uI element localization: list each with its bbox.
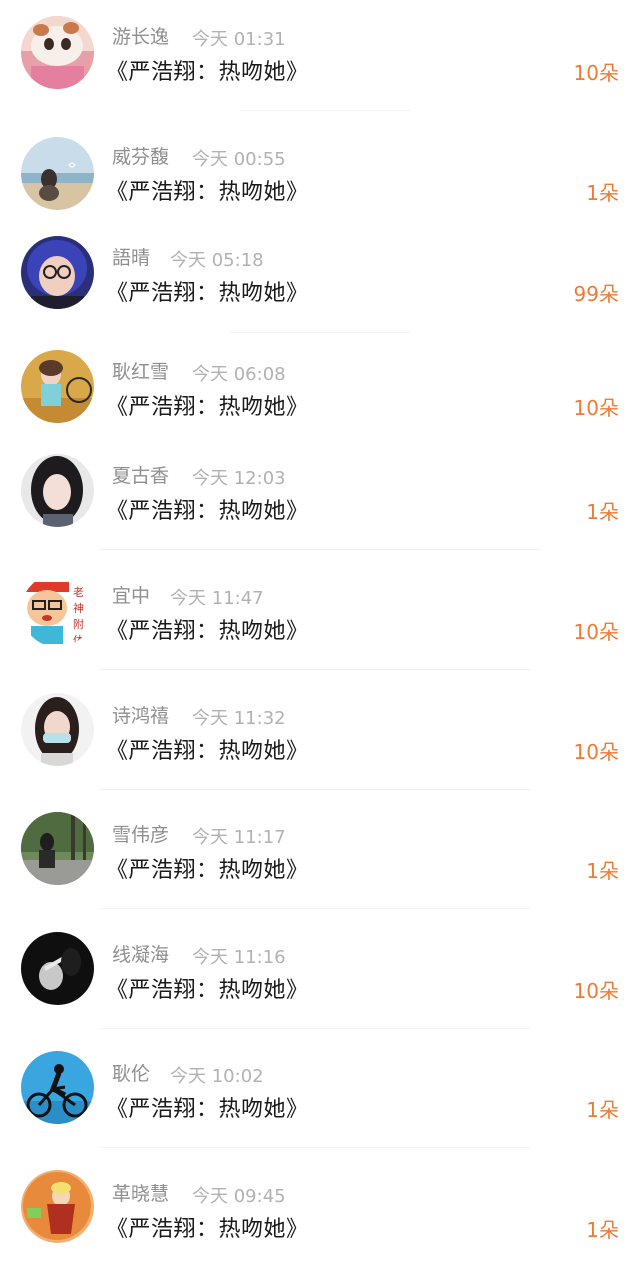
cyclist-avatar-icon	[21, 1051, 94, 1124]
gift-title: 《严浩翔：热吻她》	[106, 739, 309, 764]
svg-text:体: 体	[73, 633, 84, 647]
game-character-avatar-icon	[21, 1170, 94, 1243]
gift-title: 《严浩翔：热吻她》	[106, 281, 309, 306]
avatar[interactable]	[21, 1170, 94, 1243]
username[interactable]: 游长逸	[112, 22, 169, 49]
gift-count: 1朵	[586, 1218, 619, 1242]
timestamp: 今天 01:31	[192, 29, 286, 50]
gift-count: 10朵	[573, 61, 619, 85]
timestamp: 今天 11:47	[170, 588, 264, 609]
list-item[interactable]: 耿红雪 今天 06:08 《严浩翔：热吻她》 10朵	[0, 334, 640, 444]
divider	[100, 669, 530, 670]
list-item[interactable]: 語晴 今天 05:18 《严浩翔：热吻她》 99朵	[0, 220, 640, 333]
divider	[240, 110, 410, 111]
list-item[interactable]: 耿伦 今天 10:02 《严浩翔：热吻她》 1朵	[0, 1036, 640, 1148]
svg-text:老: 老	[73, 586, 84, 599]
timestamp: 今天 09:45	[192, 1186, 286, 1207]
glasses-girl-avatar-icon	[21, 236, 94, 309]
gift-title: 《严浩翔：热吻她》	[106, 1097, 309, 1122]
cartoon-avatar-icon: 老 神 附 体	[21, 574, 94, 647]
avatar[interactable]	[21, 693, 94, 766]
timestamp: 今天 12:03	[192, 468, 286, 489]
username[interactable]: 威芬馥	[112, 142, 169, 169]
timestamp: 今天 05:18	[170, 250, 264, 271]
avatar[interactable]	[21, 137, 94, 210]
list-item[interactable]: 游长逸 今天 01:31 《严浩翔：热吻她》 10朵	[0, 0, 640, 111]
gift-count: 10朵	[573, 740, 619, 764]
gift-count: 10朵	[573, 979, 619, 1003]
username[interactable]: 語晴	[112, 243, 150, 270]
username[interactable]: 雪伟彦	[112, 820, 169, 847]
timestamp: 今天 10:02	[170, 1066, 264, 1087]
autumn-girl-avatar-icon	[21, 350, 94, 423]
username[interactable]: 耿伦	[112, 1059, 150, 1086]
avatar[interactable]	[21, 16, 94, 89]
username[interactable]: 宜中	[112, 581, 150, 608]
avatar[interactable]	[21, 1051, 94, 1124]
avatar[interactable]	[21, 932, 94, 1005]
gift-title: 《严浩翔：热吻她》	[106, 858, 309, 883]
divider	[100, 549, 540, 550]
divider	[100, 1028, 530, 1029]
beach-avatar-icon	[21, 137, 94, 210]
gift-title: 《严浩翔：热吻她》	[106, 619, 309, 644]
gift-count: 10朵	[573, 620, 619, 644]
timestamp: 今天 11:32	[192, 708, 286, 729]
list-item[interactable]: 老 神 附 体 宜中 今天 11:47 《严浩翔：热吻她》 10朵	[0, 558, 640, 670]
avatar[interactable]	[21, 812, 94, 885]
gift-title: 《严浩翔：热吻她》	[106, 499, 309, 524]
avatar[interactable]	[21, 454, 94, 527]
username[interactable]: 诗鸿禧	[112, 701, 169, 728]
gift-count: 1朵	[586, 500, 619, 524]
username[interactable]: 耿红雪	[112, 357, 169, 384]
timestamp: 今天 00:55	[192, 149, 286, 170]
gift-count: 1朵	[586, 1098, 619, 1122]
list-item[interactable]: 诗鸿禧 今天 11:32 《严浩翔：热吻她》 10朵	[0, 678, 640, 790]
timestamp: 今天 11:16	[192, 947, 286, 968]
dark-hand-avatar-icon	[21, 932, 94, 1005]
timestamp: 今天 06:08	[192, 364, 286, 385]
divider	[230, 332, 410, 333]
gift-title: 《严浩翔：热吻她》	[106, 180, 309, 205]
mask-girl-avatar-icon	[21, 693, 94, 766]
gift-title: 《严浩翔：热吻她》	[106, 395, 309, 420]
cat-avatar-icon	[21, 16, 94, 89]
gift-count: 1朵	[586, 181, 619, 205]
gift-title: 《严浩翔：热吻她》	[106, 1217, 309, 1242]
timestamp: 今天 11:17	[192, 827, 286, 848]
gift-count: 99朵	[573, 282, 619, 306]
list-item[interactable]: 雪伟彦 今天 11:17 《严浩翔：热吻她》 1朵	[0, 797, 640, 909]
gift-count: 10朵	[573, 396, 619, 420]
list-item[interactable]: 革晓慧 今天 09:45 《严浩翔：热吻她》 1朵	[0, 1156, 640, 1264]
gift-title: 《严浩翔：热吻她》	[106, 978, 309, 1003]
username[interactable]: 夏古香	[112, 461, 169, 488]
avatar[interactable]: 老 神 附 体	[21, 574, 94, 647]
gift-list: 游长逸 今天 01:31 《严浩翔：热吻她》 10朵 威芬馥 今天 00:55 …	[0, 0, 640, 1264]
divider	[100, 789, 530, 790]
portrait-girl-avatar-icon	[21, 454, 94, 527]
avatar[interactable]	[21, 350, 94, 423]
svg-text:附: 附	[73, 617, 84, 631]
divider	[100, 1147, 530, 1148]
list-item[interactable]: 夏古香 今天 12:03 《严浩翔：热吻她》 1朵	[0, 438, 640, 550]
list-item[interactable]: 威芬馥 今天 00:55 《严浩翔：热吻她》 1朵	[0, 120, 640, 230]
svg-text:神: 神	[73, 601, 84, 615]
username[interactable]: 线凝海	[112, 940, 169, 967]
divider	[100, 908, 530, 909]
list-item[interactable]: 线凝海 今天 11:16 《严浩翔：热吻她》 10朵	[0, 917, 640, 1029]
forest-avatar-icon	[21, 812, 94, 885]
gift-count: 1朵	[586, 859, 619, 883]
gift-title: 《严浩翔：热吻她》	[106, 60, 309, 85]
avatar[interactable]	[21, 236, 94, 309]
username[interactable]: 革晓慧	[112, 1179, 169, 1206]
